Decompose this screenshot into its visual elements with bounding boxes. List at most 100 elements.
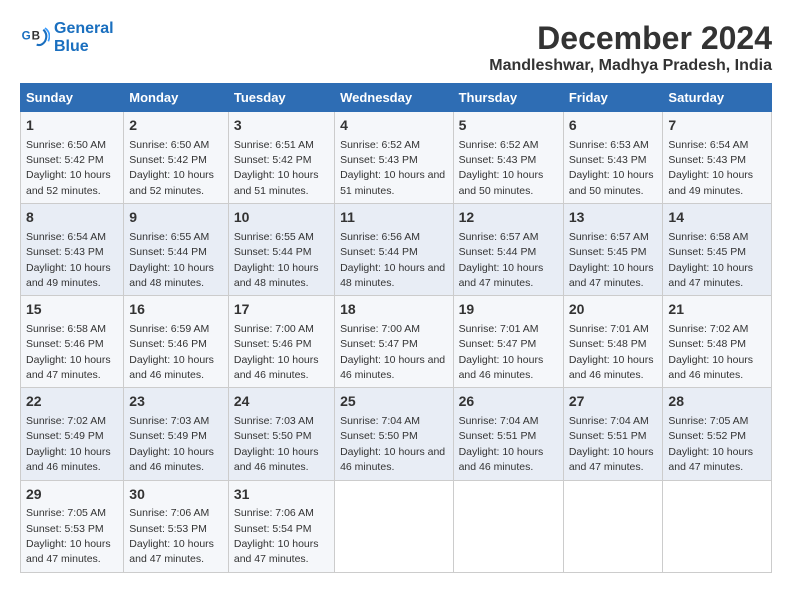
cell-detail: Sunrise: 7:06 AMSunset: 5:53 PMDaylight:… [129,507,214,565]
day-number: 6 [569,116,658,136]
cell-detail: Sunrise: 7:04 AMSunset: 5:50 PMDaylight:… [340,415,445,473]
day-number: 16 [129,300,223,320]
day-number: 9 [129,208,223,228]
calendar-cell: 17Sunrise: 7:00 AMSunset: 5:46 PMDayligh… [228,296,334,388]
cell-detail: Sunrise: 7:01 AMSunset: 5:48 PMDaylight:… [569,323,654,381]
week-row-1: 1 Sunrise: 6:50 AMSunset: 5:42 PMDaylight… [21,112,772,204]
day-number: 28 [668,392,766,412]
calendar-cell: 5Sunrise: 6:52 AMSunset: 5:43 PMDaylight… [453,112,563,204]
day-number: 18 [340,300,447,320]
day-number: 8 [26,208,118,228]
cell-detail: Sunrise: 6:54 AMSunset: 5:43 PMDaylight:… [26,231,111,289]
cell-detail: Sunrise: 7:04 AMSunset: 5:51 PMDaylight:… [569,415,654,473]
header-friday: Friday [563,84,663,112]
logo: G B General Blue [20,20,114,55]
cell-detail: Sunrise: 7:03 AMSunset: 5:49 PMDaylight:… [129,415,214,473]
calendar-cell: 6 Sunrise: 6:53 AMSunset: 5:43 PMDaylight… [563,112,663,204]
calendar-cell: 26 Sunrise: 7:04 AMSunset: 5:51 PMDayligh… [453,388,563,480]
cell-detail: Sunrise: 7:01 AMSunset: 5:47 PMDaylight:… [459,323,544,381]
calendar-cell: 30Sunrise: 7:06 AMSunset: 5:53 PMDayligh… [124,480,229,572]
day-number: 1 [26,116,118,136]
calendar-cell [335,480,453,572]
calendar-cell: 18 Sunrise: 7:00 AMSunset: 5:47 PMDayligh… [335,296,453,388]
cell-detail: Sunrise: 6:53 AMSunset: 5:43 PMDaylight:… [569,139,654,197]
cell-detail: Sunrise: 6:59 AMSunset: 5:46 PMDaylight:… [129,323,214,381]
calendar-cell: 10 Sunrise: 6:55 AMSunset: 5:44 PMDayligh… [228,204,334,296]
calendar-cell: 31Sunrise: 7:06 AMSunset: 5:54 PMDayligh… [228,480,334,572]
cell-detail: Sunrise: 6:52 AMSunset: 5:43 PMDaylight:… [459,139,544,197]
calendar-cell: 24 Sunrise: 7:03 AMSunset: 5:50 PMDayligh… [228,388,334,480]
day-number: 17 [234,300,329,320]
calendar-cell: 21 Sunrise: 7:02 AMSunset: 5:48 PMDayligh… [663,296,772,388]
day-number: 21 [668,300,766,320]
header-sunday: Sunday [21,84,124,112]
cell-detail: Sunrise: 6:58 AMSunset: 5:45 PMDaylight:… [668,231,753,289]
day-number: 7 [668,116,766,136]
day-number: 25 [340,392,447,412]
cell-detail: Sunrise: 6:50 AMSunset: 5:42 PMDaylight:… [26,139,111,197]
day-number: 15 [26,300,118,320]
day-number: 2 [129,116,223,136]
header-monday: Monday [124,84,229,112]
day-number: 11 [340,208,447,228]
day-number: 10 [234,208,329,228]
week-row-2: 8 Sunrise: 6:54 AMSunset: 5:43 PMDaylight… [21,204,772,296]
title-area: December 2024 Mandleshwar, Madhya Prades… [489,20,772,75]
calendar-cell: 28 Sunrise: 7:05 AMSunset: 5:52 PMDayligh… [663,388,772,480]
cell-detail: Sunrise: 7:00 AMSunset: 5:47 PMDaylight:… [340,323,445,381]
calendar-cell: 16 Sunrise: 6:59 AMSunset: 5:46 PMDayligh… [124,296,229,388]
calendar-cell: 20Sunrise: 7:01 AMSunset: 5:48 PMDayligh… [563,296,663,388]
calendar-cell: 22Sunrise: 7:02 AMSunset: 5:49 PMDayligh… [21,388,124,480]
logo-text: General Blue [54,20,114,55]
cell-detail: Sunrise: 7:06 AMSunset: 5:54 PMDaylight:… [234,507,319,565]
cell-detail: Sunrise: 7:04 AMSunset: 5:51 PMDaylight:… [459,415,544,473]
calendar-cell [663,480,772,572]
calendar-cell: 15 Sunrise: 6:58 AMSunset: 5:46 PMDayligh… [21,296,124,388]
logo-icon: G B [20,23,50,53]
calendar-cell: 2 Sunrise: 6:50 AMSunset: 5:42 PMDaylight… [124,112,229,204]
day-number: 27 [569,392,658,412]
day-number: 24 [234,392,329,412]
calendar-cell: 4 Sunrise: 6:52 AMSunset: 5:43 PMDaylight… [335,112,453,204]
header-thursday: Thursday [453,84,563,112]
cell-detail: Sunrise: 7:02 AMSunset: 5:48 PMDaylight:… [668,323,753,381]
cell-detail: Sunrise: 7:02 AMSunset: 5:49 PMDaylight:… [26,415,111,473]
header-wednesday: Wednesday [335,84,453,112]
day-number: 19 [459,300,558,320]
cell-detail: Sunrise: 6:54 AMSunset: 5:43 PMDaylight:… [668,139,753,197]
cell-detail: Sunrise: 7:05 AMSunset: 5:52 PMDaylight:… [668,415,753,473]
day-number: 31 [234,485,329,505]
week-row-3: 15 Sunrise: 6:58 AMSunset: 5:46 PMDayligh… [21,296,772,388]
day-number: 4 [340,116,447,136]
calendar-cell: 1 Sunrise: 6:50 AMSunset: 5:42 PMDaylight… [21,112,124,204]
day-number: 12 [459,208,558,228]
cell-detail: Sunrise: 6:56 AMSunset: 5:44 PMDaylight:… [340,231,445,289]
cell-detail: Sunrise: 6:51 AMSunset: 5:42 PMDaylight:… [234,139,319,197]
page-header: G B General Blue December 2024 Mandleshw… [20,20,772,75]
day-number: 26 [459,392,558,412]
calendar-cell [563,480,663,572]
calendar-subtitle: Mandleshwar, Madhya Pradesh, India [489,57,772,75]
cell-detail: Sunrise: 6:58 AMSunset: 5:46 PMDaylight:… [26,323,111,381]
header-saturday: Saturday [663,84,772,112]
svg-text:G: G [22,29,31,42]
calendar-cell: 9 Sunrise: 6:55 AMSunset: 5:44 PMDaylight… [124,204,229,296]
cell-detail: Sunrise: 6:50 AMSunset: 5:42 PMDaylight:… [129,139,214,197]
day-number: 14 [668,208,766,228]
cell-detail: Sunrise: 6:55 AMSunset: 5:44 PMDaylight:… [129,231,214,289]
header-row: SundayMondayTuesdayWednesdayThursdayFrid… [21,84,772,112]
cell-detail: Sunrise: 7:03 AMSunset: 5:50 PMDaylight:… [234,415,319,473]
day-number: 13 [569,208,658,228]
svg-text:B: B [32,29,40,42]
day-number: 3 [234,116,329,136]
calendar-cell: 7 Sunrise: 6:54 AMSunset: 5:43 PMDaylight… [663,112,772,204]
cell-detail: Sunrise: 6:52 AMSunset: 5:43 PMDaylight:… [340,139,445,197]
cell-detail: Sunrise: 6:57 AMSunset: 5:45 PMDaylight:… [569,231,654,289]
calendar-title: December 2024 [489,20,772,57]
calendar-cell: 23Sunrise: 7:03 AMSunset: 5:49 PMDayligh… [124,388,229,480]
cell-detail: Sunrise: 6:55 AMSunset: 5:44 PMDaylight:… [234,231,319,289]
calendar-cell: 19 Sunrise: 7:01 AMSunset: 5:47 PMDayligh… [453,296,563,388]
calendar-cell: 13 Sunrise: 6:57 AMSunset: 5:45 PMDayligh… [563,204,663,296]
cell-detail: Sunrise: 7:05 AMSunset: 5:53 PMDaylight:… [26,507,111,565]
calendar-cell: 3 Sunrise: 6:51 AMSunset: 5:42 PMDaylight… [228,112,334,204]
